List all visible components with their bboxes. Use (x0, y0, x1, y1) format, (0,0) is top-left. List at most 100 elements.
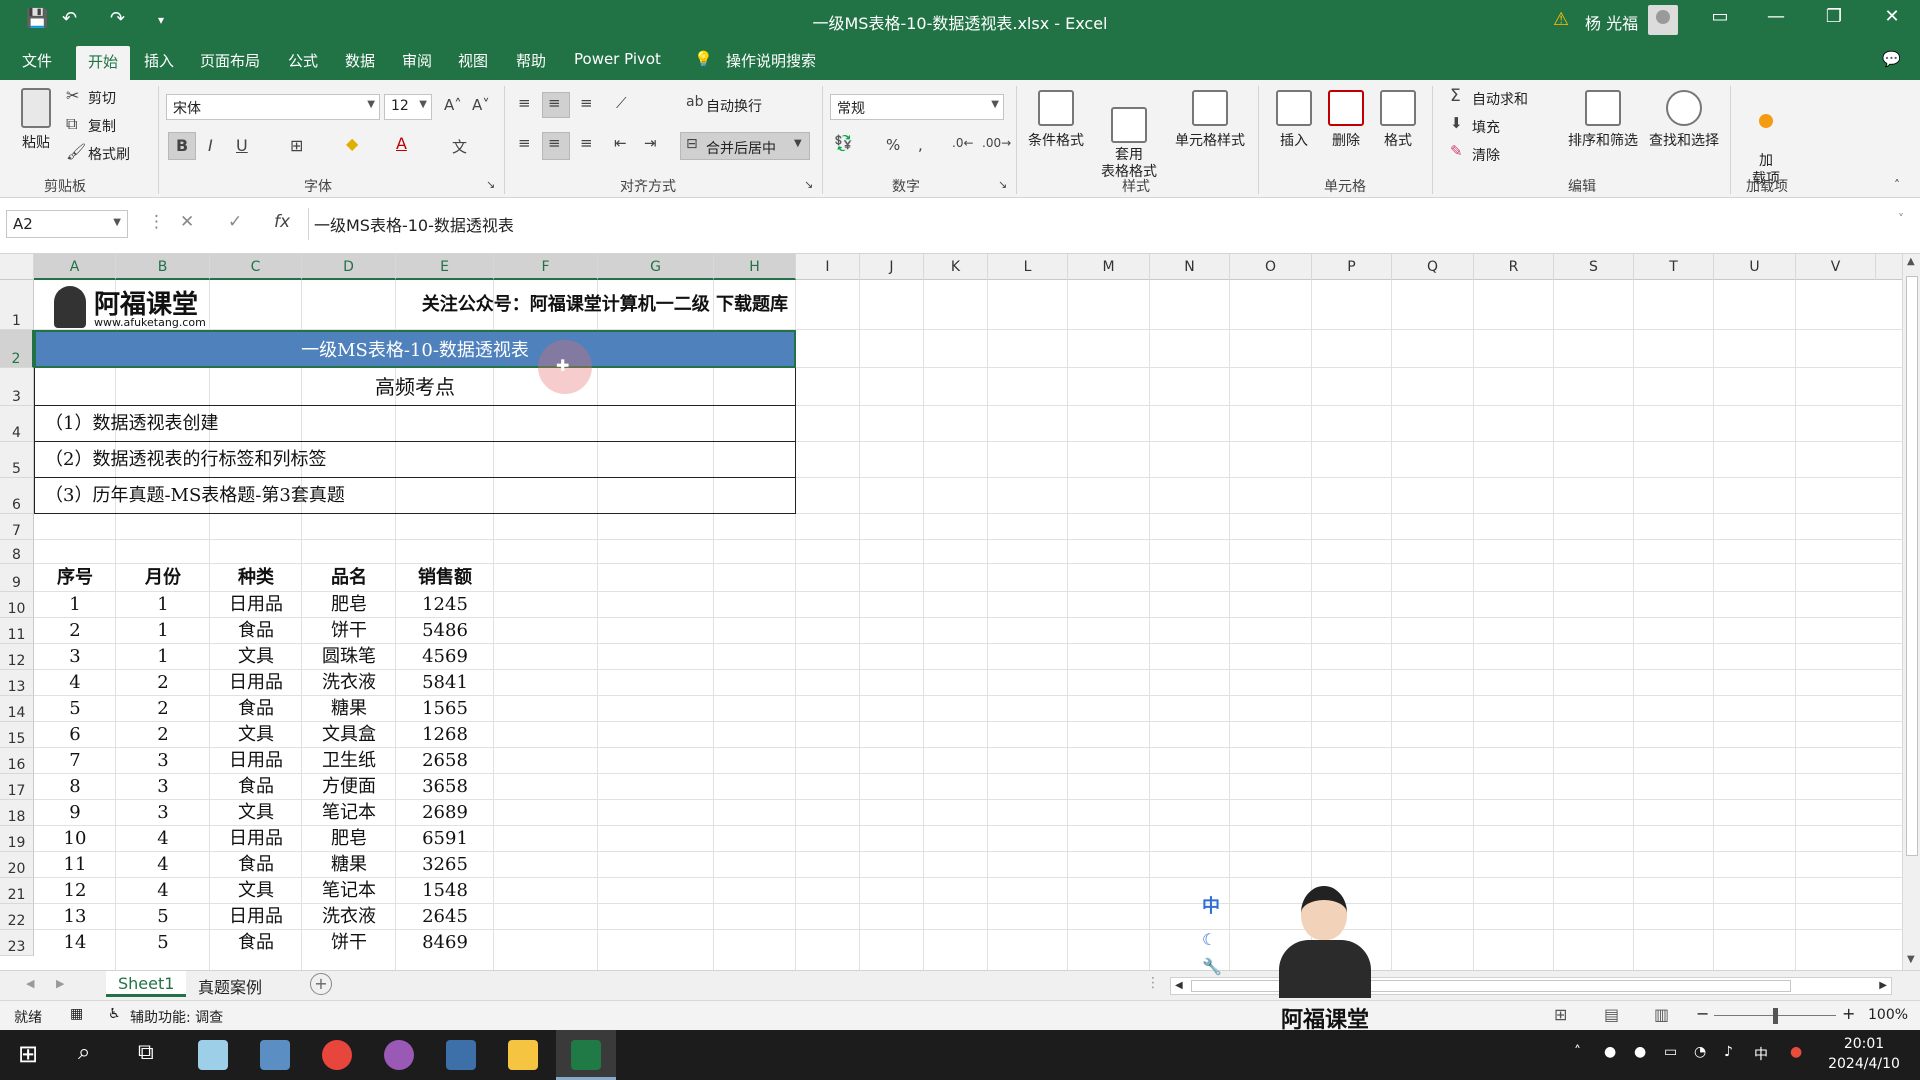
table-cell[interactable]: 食品 (210, 696, 302, 722)
comma-style-icon[interactable]: , (918, 136, 923, 154)
row-header-19[interactable]: 19 (0, 826, 34, 852)
file-explorer-icon[interactable] (508, 1040, 538, 1070)
point-cell-2[interactable]: （2）数据透视表的行标签和列标签 (34, 442, 796, 478)
zoom-in-icon[interactable]: + (1842, 1004, 1855, 1023)
accessibility-status[interactable]: 辅助功能: 调查 (130, 1007, 223, 1027)
table-header-cell[interactable]: 品名 (302, 564, 396, 592)
bold-icon[interactable]: B (176, 136, 188, 155)
zoom-slider-thumb[interactable] (1773, 1008, 1778, 1024)
ime-indicator[interactable]: 中 (1754, 1044, 1768, 1064)
table-cell[interactable]: 4569 (396, 644, 494, 670)
tab-insert[interactable]: 插入 (144, 50, 174, 71)
comments-icon[interactable]: 💬 (1882, 50, 1901, 68)
app-icon-3[interactable] (384, 1040, 414, 1070)
table-cell[interactable]: 5 (34, 696, 116, 722)
table-cell[interactable]: 10 (34, 826, 116, 852)
minimize-icon[interactable]: — (1756, 6, 1796, 27)
insert-function-icon[interactable]: fx (274, 212, 290, 232)
table-cell[interactable]: 2 (116, 696, 210, 722)
tab-page-layout[interactable]: 页面布局 (200, 50, 260, 71)
column-header-p[interactable]: P (1312, 254, 1392, 280)
tab-view[interactable]: 视图 (458, 50, 488, 71)
paste-button[interactable]: 粘贴 (16, 88, 56, 152)
align-right-icon[interactable]: ≡ (580, 134, 593, 152)
table-cell[interactable]: 肥皂 (302, 592, 396, 618)
merge-center-button[interactable]: 合并后居中 (706, 138, 776, 158)
table-cell[interactable]: 文具 (210, 800, 302, 826)
decrease-font-icon[interactable]: A˅ (472, 96, 490, 114)
table-cell[interactable]: 文具 (210, 878, 302, 904)
table-cell[interactable]: 1 (116, 644, 210, 670)
font-name-select[interactable]: 宋体 ▼ (166, 94, 380, 120)
table-cell[interactable]: 日用品 (210, 904, 302, 930)
row-header-18[interactable]: 18 (0, 800, 34, 826)
table-cell[interactable]: 12 (34, 878, 116, 904)
accounting-format-icon[interactable]: 💱 (834, 134, 853, 152)
row-header-3[interactable]: 3 (0, 368, 34, 406)
font-dialog-launcher-icon[interactable]: ↘ (486, 178, 495, 191)
table-cell[interactable]: 14 (34, 930, 116, 956)
table-cell[interactable]: 肥皂 (302, 826, 396, 852)
avatar[interactable] (1648, 5, 1678, 35)
table-cell[interactable]: 1 (116, 592, 210, 618)
column-header-j[interactable]: J (860, 254, 924, 280)
row-header-13[interactable]: 13 (0, 670, 34, 696)
tray-icon-2[interactable]: ● (1634, 1044, 1646, 1060)
align-middle-icon[interactable]: ≡ (548, 94, 561, 112)
table-cell[interactable]: 3 (116, 774, 210, 800)
table-cell[interactable]: 6 (34, 722, 116, 748)
ime-tool-icon[interactable]: 🔧 (1202, 957, 1226, 976)
table-cell[interactable]: 4 (116, 852, 210, 878)
find-select-button[interactable]: 查找和选择 (1644, 90, 1724, 150)
sheet-tab-sheet1[interactable]: Sheet1 (106, 971, 187, 997)
decrease-indent-icon[interactable]: ⇤ (614, 134, 627, 152)
merge-dropdown-icon[interactable]: ▼ (794, 138, 802, 149)
tray-icon-1[interactable]: ● (1604, 1044, 1616, 1060)
scroll-up-icon[interactable]: ▲ (1907, 256, 1915, 267)
table-cell[interactable]: 笔记本 (302, 878, 396, 904)
border-icon[interactable]: ⊞ (290, 136, 303, 155)
fill-button[interactable]: 填充 (1472, 117, 1500, 137)
table-cell[interactable]: 4 (116, 826, 210, 852)
column-header-r[interactable]: R (1474, 254, 1554, 280)
font-size-select[interactable]: 12 ▼ (384, 94, 432, 120)
scroll-down-icon[interactable]: ▼ (1907, 954, 1915, 965)
table-cell[interactable]: 文具盒 (302, 722, 396, 748)
row-header-14[interactable]: 14 (0, 696, 34, 722)
table-cell[interactable]: 3 (116, 800, 210, 826)
row-header-8[interactable]: 8 (0, 540, 34, 564)
vertical-scroll-thumb[interactable] (1906, 276, 1918, 856)
table-cell[interactable]: 3 (34, 644, 116, 670)
row-header-7[interactable]: 7 (0, 514, 34, 540)
table-cell[interactable]: 2 (34, 618, 116, 644)
row-header-10[interactable]: 10 (0, 592, 34, 618)
ime-moon-icon[interactable]: ☾ (1202, 930, 1226, 949)
delete-cells-button[interactable]: 删除 (1322, 90, 1370, 150)
row-header-9[interactable]: 9 (0, 564, 34, 592)
table-cell[interactable]: 洗衣液 (302, 904, 396, 930)
table-cell[interactable]: 日用品 (210, 826, 302, 852)
tab-data[interactable]: 数据 (345, 50, 375, 71)
table-cell[interactable]: 1 (116, 618, 210, 644)
row-header-20[interactable]: 20 (0, 852, 34, 878)
name-box[interactable]: A2 ▼ (6, 210, 128, 238)
increase-indent-icon[interactable]: ⇥ (644, 134, 657, 152)
table-cell[interactable]: 8 (34, 774, 116, 800)
wrap-text-button[interactable]: 自动换行 (706, 96, 762, 116)
column-header-a[interactable]: A (34, 254, 116, 280)
column-header-c[interactable]: C (210, 254, 302, 280)
copy-button[interactable]: 复制 (88, 116, 116, 136)
row-header-15[interactable]: 15 (0, 722, 34, 748)
column-header-v[interactable]: V (1796, 254, 1876, 280)
row-header-22[interactable]: 22 (0, 904, 34, 930)
cancel-entry-icon[interactable]: ✕ (180, 212, 194, 232)
scroll-right-icon[interactable]: ▶ (1879, 980, 1887, 991)
macro-record-icon[interactable]: ▦ (70, 1006, 83, 1022)
column-header-e[interactable]: E (396, 254, 494, 280)
notice-cell[interactable]: 关注公众号：阿福课堂计算机一二级 下载题库 (284, 280, 788, 330)
table-cell[interactable]: 日用品 (210, 748, 302, 774)
clear-button[interactable]: 清除 (1472, 145, 1500, 165)
table-cell[interactable]: 日用品 (210, 592, 302, 618)
point-cell-3[interactable]: （3）历年真题-MS表格题-第3套真题 (34, 478, 796, 514)
point-cell-1[interactable]: （1）数据透视表创建 (34, 406, 796, 442)
